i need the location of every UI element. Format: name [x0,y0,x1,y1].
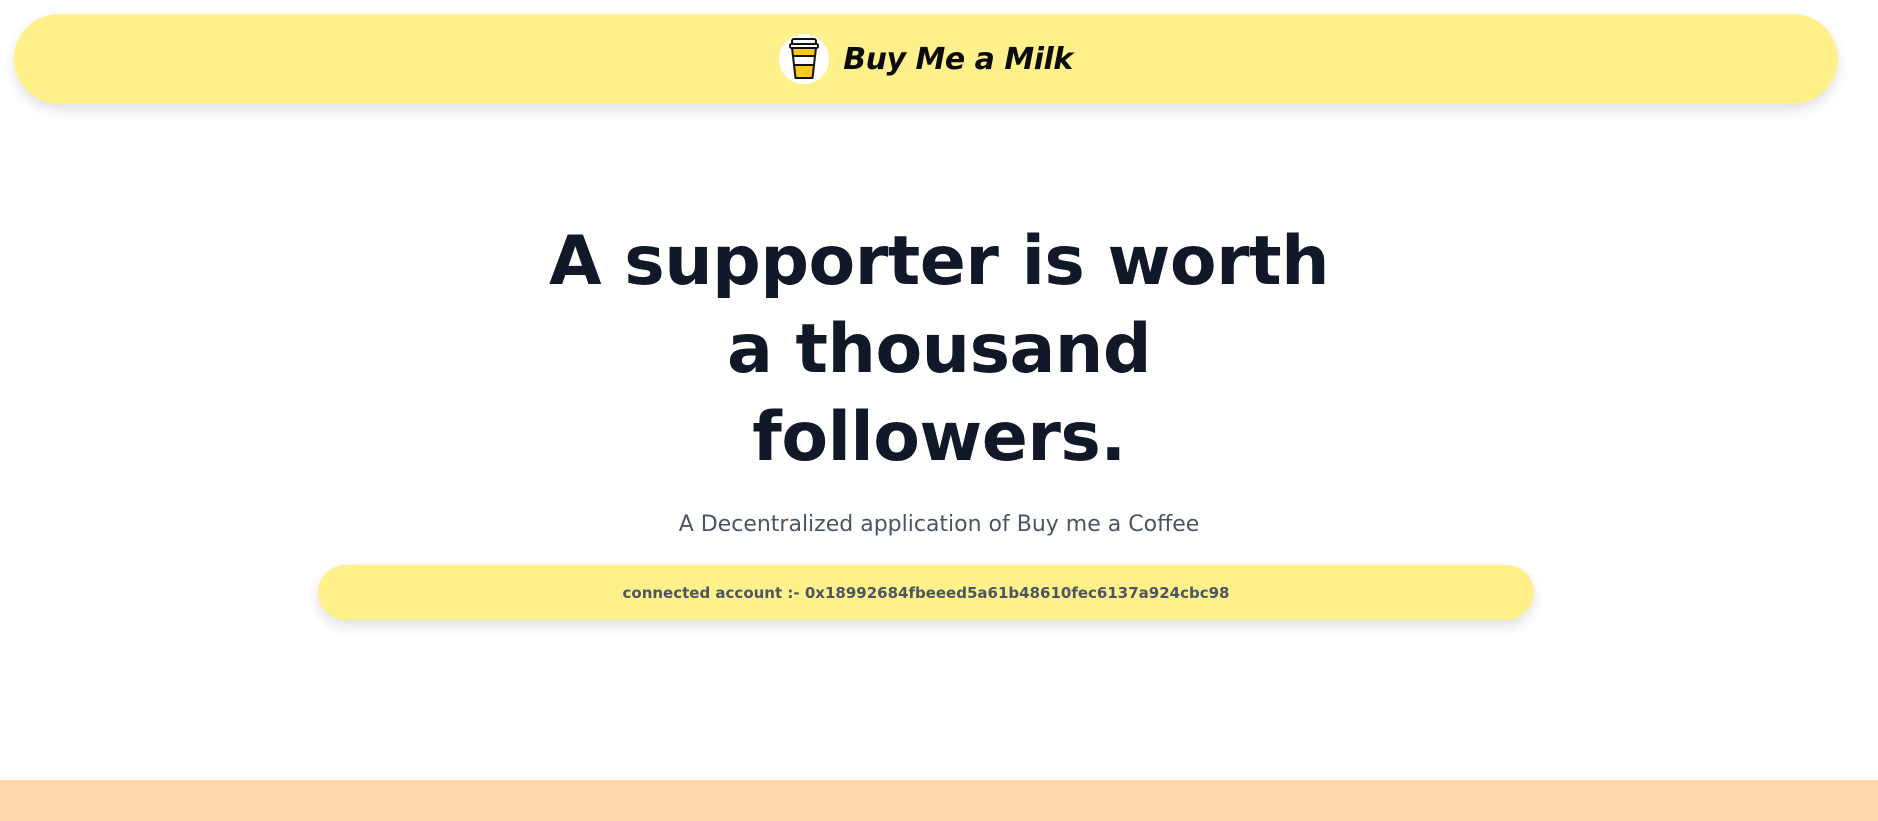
footer-strip [0,780,1878,821]
hero-title-text: A supporter is worth a thousand follower… [548,222,1330,477]
connected-account-bar: connected account :- 0x18992684fbeeed5a6… [318,565,1534,620]
brand-link[interactable]: Buy Me a Milk [779,34,1073,84]
hero-subtitle: A Decentralized application of Buy me a … [678,512,1200,537]
hero-section: A supporter is worth a thousand follower… [0,218,1878,537]
hero-title: A supporter is worth a thousand follower… [0,218,1878,482]
navbar: Buy Me a Milk [14,14,1838,104]
brand-name: Buy Me a Milk [843,41,1073,77]
milk-cup-icon [779,34,830,84]
connected-account-text: connected account :- 0x18992684fbeeed5a6… [622,583,1230,602]
page: Buy Me a Milk A supporter is worth a tho… [0,0,1878,821]
